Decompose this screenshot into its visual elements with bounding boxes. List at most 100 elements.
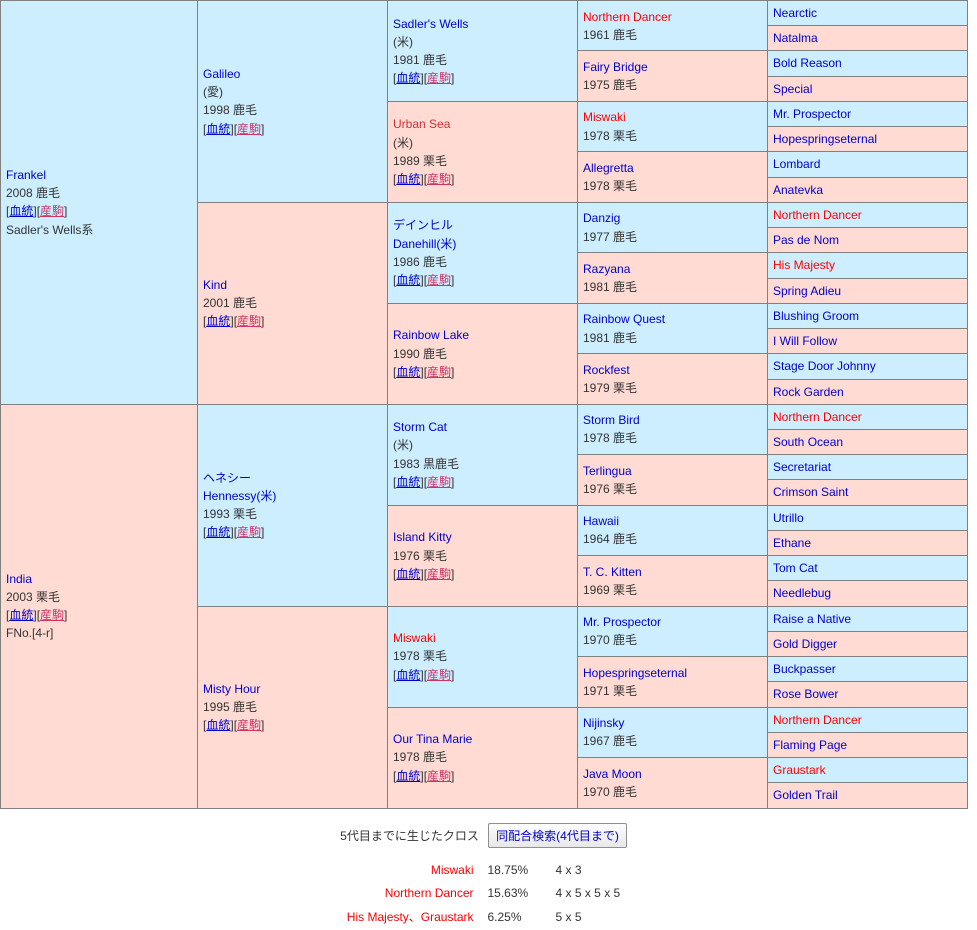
horse-name[interactable]: T. C. Kitten [583,563,762,581]
horse-name-jp[interactable]: デインヒル [393,216,572,234]
blood-link[interactable]: 血統 [396,365,420,379]
horse-name[interactable]: Rainbow Lake [393,326,572,344]
blood-link[interactable]: 血統 [396,475,420,489]
horse-name[interactable]: Graustark [773,761,962,779]
horse-links[interactable]: [血統][産駒] [393,363,572,381]
horse-name[interactable]: Buckpasser [773,660,962,678]
foal-link[interactable]: 産駒 [427,567,451,581]
horse-name[interactable]: Storm Cat [393,418,572,436]
horse-name-jp[interactable]: ヘネシー [203,469,382,487]
horse-name[interactable]: Northern Dancer [773,408,962,426]
horse-name[interactable]: Island Kitty [393,528,572,546]
foal-link[interactable]: 産駒 [427,365,451,379]
horse-name[interactable]: Blushing Groom [773,307,962,325]
horse-name[interactable]: Nearctic [773,4,962,22]
horse-name[interactable]: India [6,570,192,588]
horse-name[interactable]: Terlingua [583,462,762,480]
horse-links[interactable]: [血統][産駒] [393,767,572,785]
horse-links[interactable]: [血統][産駒] [203,523,382,541]
horse-name[interactable]: Northern Dancer [583,8,762,26]
horse-name[interactable]: Rockfest [583,361,762,379]
horse-name[interactable]: Storm Bird [583,411,762,429]
horse-name[interactable]: Bold Reason [773,54,962,72]
horse-name[interactable]: Hawaii [583,512,762,530]
horse-name[interactable]: Allegretta [583,159,762,177]
horse-links[interactable]: [血統][産駒] [6,606,192,624]
foal-link[interactable]: 産駒 [40,204,64,218]
blood-link[interactable]: 血統 [396,273,420,287]
horse-name[interactable]: His Majesty [773,256,962,274]
horse-name[interactable]: Nijinsky [583,714,762,732]
horse-name[interactable]: Our Tina Marie [393,730,572,748]
blood-link[interactable]: 血統 [206,314,230,328]
horse-name[interactable]: Kind [203,276,382,294]
horse-name[interactable]: Needlebug [773,584,962,602]
horse-name[interactable]: Razyana [583,260,762,278]
horse-name[interactable]: Northern Dancer [773,206,962,224]
horse-name[interactable]: Danehill(米) [393,235,572,253]
foal-link[interactable]: 産駒 [427,668,451,682]
horse-name[interactable]: Golden Trail [773,786,962,804]
horse-links[interactable]: [血統][産駒] [393,170,572,188]
blood-link[interactable]: 血統 [396,172,420,186]
blood-link[interactable]: 血統 [9,204,33,218]
horse-name[interactable]: Pas de Nom [773,231,962,249]
foal-link[interactable]: 産駒 [237,718,261,732]
horse-name[interactable]: Utrillo [773,509,962,527]
horse-name[interactable]: Rock Garden [773,383,962,401]
cross-horse-name[interactable]: His Majesty、Graustark [347,906,488,930]
foal-link[interactable]: 産駒 [427,769,451,783]
horse-name[interactable]: Natalma [773,29,962,47]
cross-horse-name[interactable]: Northern Dancer [347,882,488,906]
horse-name[interactable]: Sadler's Wells [393,15,572,33]
blood-link[interactable]: 血統 [396,567,420,581]
cross-horse-name[interactable]: Miswaki [347,859,488,883]
foal-link[interactable]: 産駒 [237,314,261,328]
horse-name[interactable]: Raise a Native [773,610,962,628]
horse-name[interactable]: Northern Dancer [773,711,962,729]
foal-link[interactable]: 産駒 [237,525,261,539]
foal-link[interactable]: 産駒 [237,122,261,136]
horse-links[interactable]: [血統][産駒] [393,271,572,289]
horse-name[interactable]: Lombard [773,155,962,173]
horse-name[interactable]: Gold Digger [773,635,962,653]
horse-name[interactable]: Miswaki [583,108,762,126]
horse-name[interactable]: Rose Bower [773,685,962,703]
foal-link[interactable]: 産駒 [40,608,64,622]
blood-link[interactable]: 血統 [206,718,230,732]
horse-name[interactable]: Secretariat [773,458,962,476]
horse-name[interactable]: Java Moon [583,765,762,783]
foal-link[interactable]: 産駒 [427,475,451,489]
horse-name[interactable]: Danzig [583,209,762,227]
horse-name[interactable]: Ethane [773,534,962,552]
blood-link[interactable]: 血統 [396,668,420,682]
horse-links[interactable]: [血統][産駒] [203,716,382,734]
blood-link[interactable]: 血統 [9,608,33,622]
blood-link[interactable]: 血統 [206,525,230,539]
horse-links[interactable]: [血統][産駒] [393,666,572,684]
horse-links[interactable]: [血統][産駒] [393,473,572,491]
horse-name[interactable]: I Will Follow [773,332,962,350]
horse-name[interactable]: Mr. Prospector [583,613,762,631]
blood-link[interactable]: 血統 [206,122,230,136]
horse-name[interactable]: Special [773,80,962,98]
horse-links[interactable]: [血統][産駒] [393,565,572,583]
horse-name[interactable]: Miswaki [393,629,572,647]
blood-link[interactable]: 血統 [396,769,420,783]
same-mating-search-button[interactable]: 同配合検索(4代目まで) [488,822,627,848]
horse-name[interactable]: Mr. Prospector [773,105,962,123]
horse-name[interactable]: Hennessy(米) [203,487,382,505]
horse-name[interactable]: Frankel [6,166,192,184]
horse-name[interactable]: Flaming Page [773,736,962,754]
horse-name[interactable]: Fairy Bridge [583,58,762,76]
blood-link[interactable]: 血統 [396,71,420,85]
horse-links[interactable]: [血統][産駒] [6,202,192,220]
horse-links[interactable]: [血統][産駒] [203,120,382,138]
foal-link[interactable]: 産駒 [427,273,451,287]
horse-name[interactable]: South Ocean [773,433,962,451]
horse-name[interactable]: Spring Adieu [773,282,962,300]
horse-name[interactable]: Misty Hour [203,680,382,698]
horse-links[interactable]: [血統][産駒] [393,69,572,87]
horse-links[interactable]: [血統][産駒] [203,312,382,330]
foal-link[interactable]: 産駒 [427,71,451,85]
